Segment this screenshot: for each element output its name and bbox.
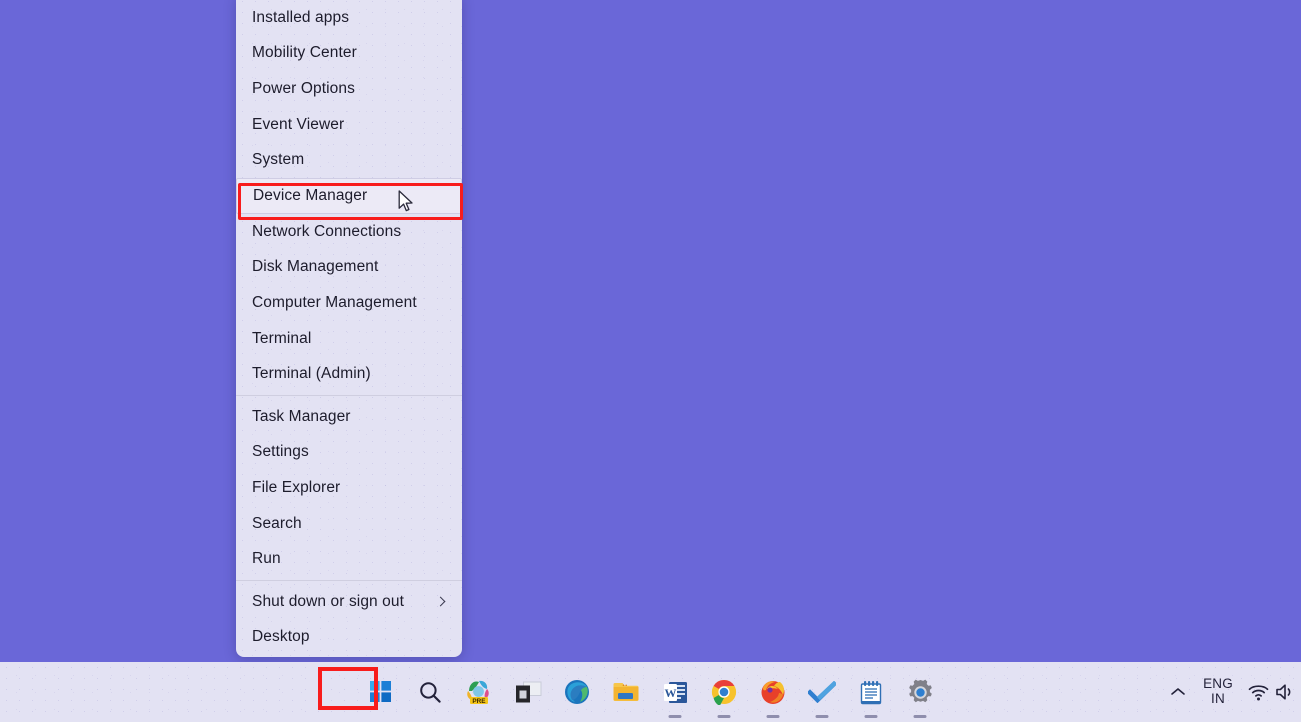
volume-button[interactable]	[1275, 671, 1301, 713]
menu-item-label: Disk Management	[252, 258, 448, 276]
menu-item-desktop[interactable]: Desktop	[236, 620, 462, 656]
start-button[interactable]	[365, 674, 398, 710]
power-user-menu: Installed apps Mobility Center Power Opt…	[236, 0, 462, 657]
menu-item-label: Installed apps	[252, 9, 448, 27]
svg-text:W: W	[664, 686, 676, 700]
file-explorer-icon	[612, 680, 640, 704]
word-button[interactable]: W	[659, 674, 692, 710]
speaker-icon	[1275, 683, 1297, 701]
menu-item-file-explorer[interactable]: File Explorer	[236, 470, 462, 506]
language-line-2: IN	[1211, 692, 1225, 707]
menu-item-label: Event Viewer	[252, 116, 448, 134]
menu-item-mobility-center[interactable]: Mobility Center	[236, 36, 462, 72]
menu-item-installed-apps[interactable]: Installed apps	[236, 0, 462, 36]
menu-item-label: Device Manager	[253, 187, 447, 205]
firefox-icon	[760, 679, 786, 705]
menu-item-label: Network Connections	[252, 223, 448, 241]
desktop-background	[0, 0, 1301, 722]
menu-item-label: Computer Management	[252, 294, 448, 312]
microsoft-word-icon: W	[663, 680, 688, 705]
gear-icon	[907, 679, 934, 706]
menu-item-power-options[interactable]: Power Options	[236, 71, 462, 107]
windows-logo-icon	[369, 680, 393, 704]
menu-item-label: Power Options	[252, 80, 448, 98]
menu-item-search[interactable]: Search	[236, 506, 462, 542]
menu-item-event-viewer[interactable]: Event Viewer	[236, 107, 462, 143]
menu-item-label: Terminal (Admin)	[252, 365, 448, 383]
menu-item-label: Shut down or sign out	[252, 593, 436, 611]
menu-separator	[236, 395, 462, 396]
chevron-right-icon	[436, 597, 446, 607]
menu-item-label: Mobility Center	[252, 44, 448, 62]
google-chrome-icon	[711, 679, 737, 705]
menu-group-tools: Task Manager Settings File Explorer Sear…	[236, 399, 462, 577]
menu-item-device-manager[interactable]: Device Manager	[236, 178, 462, 214]
menu-item-task-manager[interactable]: Task Manager	[236, 399, 462, 435]
menu-group-session: Shut down or sign out Desktop	[236, 584, 462, 655]
menu-item-computer-management[interactable]: Computer Management	[236, 285, 462, 321]
task-view-button[interactable]	[512, 674, 545, 710]
chevron-up-icon	[1170, 686, 1186, 698]
notepad-icon	[859, 680, 883, 705]
menu-item-shut-down-or-sign-out[interactable]: Shut down or sign out	[236, 584, 462, 620]
premiere-elements-icon: PRE	[464, 678, 494, 706]
notepad-button[interactable]	[855, 674, 888, 710]
settings-button[interactable]	[904, 674, 937, 710]
language-line-1: ENG	[1203, 677, 1233, 692]
firefox-button[interactable]	[757, 674, 790, 710]
menu-item-network-connections[interactable]: Network Connections	[236, 214, 462, 250]
task-view-icon	[515, 681, 542, 704]
menu-item-terminal-admin[interactable]: Terminal (Admin)	[236, 356, 462, 392]
chrome-button[interactable]	[708, 674, 741, 710]
menu-group-system: Installed apps Mobility Center Power Opt…	[236, 0, 462, 392]
wifi-icon	[1248, 684, 1269, 701]
network-button[interactable]	[1241, 671, 1275, 713]
menu-item-run[interactable]: Run	[236, 541, 462, 577]
premiere-elements-button[interactable]: PRE	[463, 674, 496, 710]
menu-separator	[236, 580, 462, 581]
taskbar: PRE	[0, 662, 1301, 722]
todo-button[interactable]	[806, 674, 839, 710]
checkmark-icon	[808, 681, 836, 703]
svg-text:PRE: PRE	[472, 698, 486, 705]
edge-button[interactable]	[561, 674, 594, 710]
system-tray: ENG IN	[1161, 662, 1301, 722]
menu-item-label: Task Manager	[252, 408, 448, 426]
menu-item-label: Run	[252, 550, 448, 568]
menu-item-system[interactable]: System	[236, 142, 462, 178]
search-icon	[418, 680, 443, 705]
menu-item-label: System	[252, 151, 448, 169]
menu-item-label: Settings	[252, 443, 448, 461]
menu-item-label: File Explorer	[252, 479, 448, 497]
file-explorer-button[interactable]	[610, 674, 643, 710]
menu-item-label: Desktop	[252, 628, 448, 646]
microsoft-edge-icon	[564, 679, 590, 705]
menu-item-disk-management[interactable]: Disk Management	[236, 250, 462, 286]
menu-item-settings[interactable]: Settings	[236, 435, 462, 471]
search-button[interactable]	[414, 674, 447, 710]
taskbar-app-buttons: PRE	[0, 662, 1301, 722]
menu-item-terminal[interactable]: Terminal	[236, 321, 462, 357]
show-hidden-icons-button[interactable]	[1161, 671, 1195, 713]
menu-item-label: Search	[252, 515, 448, 533]
language-indicator[interactable]: ENG IN	[1195, 671, 1241, 713]
menu-item-label: Terminal	[252, 330, 448, 348]
